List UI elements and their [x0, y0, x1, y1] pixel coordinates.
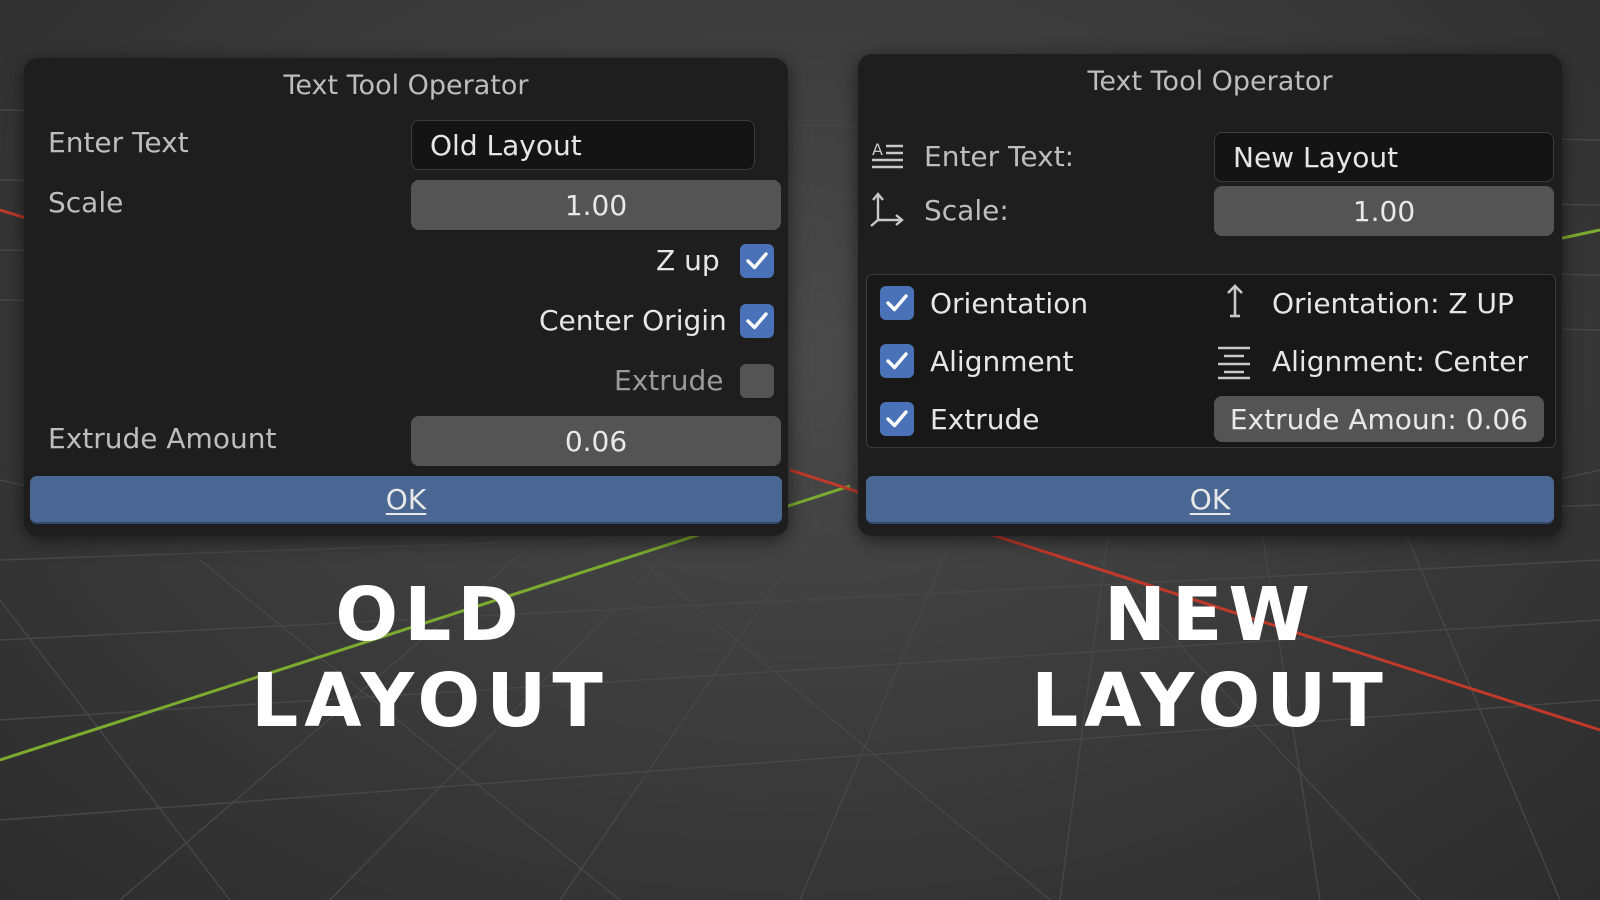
z-up-label: Z up — [656, 244, 720, 277]
enter-text-label: Enter Text — [48, 126, 189, 159]
ok-button-label: OK — [385, 482, 427, 516]
enter-text-input[interactable]: New Layout — [1214, 132, 1554, 182]
checkmark-icon — [746, 252, 768, 270]
ok-button-label: OK — [1189, 482, 1231, 516]
checkmark-icon — [886, 410, 908, 428]
dialog-title: Text Tool Operator — [1087, 66, 1333, 97]
center-origin-checkbox[interactable] — [740, 304, 774, 338]
axes-icon — [870, 192, 904, 227]
scale-field[interactable]: 1.00 — [411, 180, 781, 230]
scale-field[interactable]: 1.00 — [1214, 186, 1554, 236]
align-center-icon — [1218, 346, 1250, 380]
x-axis-line-left — [0, 208, 27, 220]
checkmark-icon — [746, 312, 768, 330]
extrude-amount-label: Extrude Amount — [48, 422, 277, 455]
scale-label: Scale — [48, 186, 124, 219]
svg-text:A: A — [872, 140, 883, 159]
checkmark-icon — [886, 294, 908, 312]
ok-button[interactable]: OK — [30, 476, 782, 524]
orientation-label: Orientation — [930, 287, 1089, 320]
extrude-checkbox[interactable] — [880, 402, 914, 436]
extrude-label: Extrude — [614, 364, 724, 397]
3d-viewport[interactable]: Text Tool Operator Enter Text Old Layout… — [0, 0, 1600, 900]
alignment-checkbox[interactable] — [880, 344, 914, 378]
new-layout-dialog: Text Tool Operator A Enter Text: New Lay… — [858, 54, 1562, 536]
ok-button[interactable]: OK — [866, 476, 1554, 524]
checkmark-icon — [886, 352, 908, 370]
alignment-value[interactable]: Alignment: Center — [1272, 345, 1528, 378]
extrude-checkbox[interactable] — [740, 364, 774, 398]
center-origin-label: Center Origin — [539, 304, 727, 337]
z-up-checkbox[interactable] — [740, 244, 774, 278]
alignment-label: Alignment — [930, 345, 1074, 378]
old-layout-dialog: Text Tool Operator Enter Text Old Layout… — [24, 58, 788, 536]
old-layout-caption: OLD LAYOUT — [251, 572, 609, 744]
enter-text-label: Enter Text: — [924, 140, 1075, 173]
new-layout-caption: NEW LAYOUT — [1031, 572, 1389, 744]
extrude-label: Extrude — [930, 403, 1040, 436]
arrow-up-icon — [1227, 284, 1243, 318]
enter-text-input[interactable]: Old Layout — [411, 120, 755, 170]
extrude-amount-field[interactable]: Extrude Amoun: 0.06 — [1214, 396, 1544, 442]
dialog-title: Text Tool Operator — [283, 70, 529, 101]
orientation-checkbox[interactable] — [880, 286, 914, 320]
orientation-value[interactable]: Orientation: Z UP — [1272, 287, 1514, 320]
scale-label: Scale: — [924, 194, 1009, 227]
text-lines-icon: A — [872, 140, 903, 169]
extrude-amount-field[interactable]: 0.06 — [411, 416, 781, 466]
